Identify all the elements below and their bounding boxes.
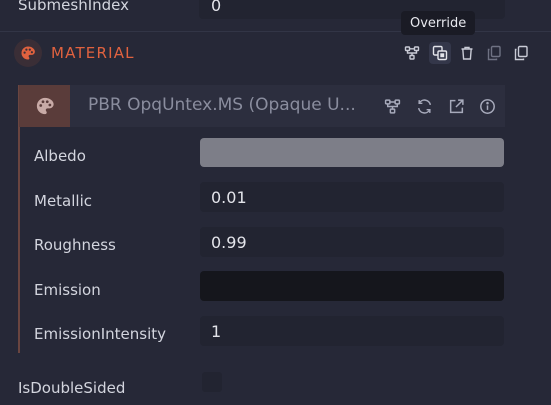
palette-icon [36, 97, 54, 115]
graph-icon[interactable] [401, 42, 423, 64]
roughness-input[interactable]: 0.99 [200, 227, 504, 257]
emission-intensity-label: EmissionIntensity [34, 325, 167, 343]
submesh-index-label: SubmeshIndex [18, 0, 130, 14]
material-asset-name: PBR OpqUntex.MS (Opaque U... [88, 95, 356, 115]
material-header[interactable]: MATERIAL [0, 32, 551, 74]
metallic-input[interactable]: 0.01 [200, 182, 504, 212]
emission-intensity-input[interactable]: 1 [200, 316, 504, 346]
metallic-value: 0.01 [211, 188, 247, 207]
refresh-icon[interactable] [412, 94, 436, 118]
emission-color-swatch[interactable] [200, 271, 504, 301]
palette-icon [14, 39, 42, 67]
material-asset-field[interactable]: PBR OpqUntex.MS (Opaque U... [18, 85, 505, 127]
is-double-sided-label: IsDoubleSided [18, 379, 126, 397]
trash-icon[interactable] [456, 42, 478, 64]
roughness-value: 0.99 [211, 233, 247, 252]
albedo-color-swatch[interactable] [200, 138, 504, 167]
properties-group-border [18, 127, 20, 353]
emission-label: Emission [34, 281, 101, 299]
duplicate-icon[interactable] [510, 42, 532, 64]
graph-icon[interactable] [380, 94, 404, 118]
open-external-icon[interactable] [444, 94, 468, 118]
metallic-label: Metallic [34, 192, 92, 210]
is-double-sided-checkbox[interactable] [202, 372, 222, 392]
material-thumbnail [18, 85, 70, 127]
albedo-label: Albedo [34, 147, 86, 165]
info-icon[interactable] [475, 94, 499, 118]
override-icon[interactable] [429, 42, 451, 64]
copy-icon[interactable] [483, 42, 505, 64]
roughness-label: Roughness [34, 236, 116, 254]
emission-intensity-value: 1 [211, 322, 222, 341]
submesh-index-value: 0 [211, 0, 222, 15]
material-section-title: MATERIAL [51, 44, 135, 62]
override-tooltip: Override [401, 11, 476, 35]
material-inspector-panel: SubmeshIndex 0 MATERIAL Override PBR Opq… [0, 0, 551, 405]
